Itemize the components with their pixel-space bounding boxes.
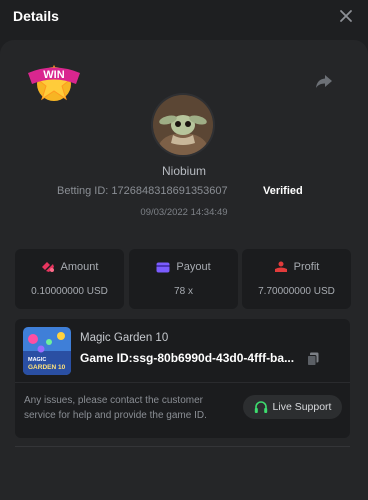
username: Niobium — [161, 164, 206, 178]
game-card: MAGIC GARDEN 10 Magic Garden 10 Game ID:… — [15, 319, 350, 438]
win-badge-icon: WIN — [28, 64, 80, 101]
payout-label: Payout — [176, 261, 211, 273]
thumb-text-line1: MAGIC — [28, 357, 46, 363]
payout-value: 78 x — [174, 286, 193, 297]
amount-card: Amount 0.10000000 USD — [15, 249, 124, 309]
amount-value: 0.10000000 USD — [31, 286, 108, 297]
amount-label: Amount — [60, 261, 99, 273]
live-support-button[interactable]: Live Support — [243, 395, 342, 419]
payout-icon — [156, 262, 170, 272]
win-badge-text: WIN — [43, 69, 64, 81]
support-note: Any issues, please contact the customer … — [24, 395, 207, 421]
payout-card: Payout 78 x — [129, 249, 238, 309]
page-title: Details — [13, 8, 59, 24]
amount-icon — [41, 262, 54, 272]
game-thumbnail-art: MAGIC GARDEN 10 — [23, 327, 71, 375]
avatar — [153, 95, 213, 155]
share-icon[interactable] — [314, 71, 334, 91]
headset-icon — [254, 400, 267, 413]
profit-card: Profit 7.70000000 USD — [242, 249, 351, 309]
bottom-divider — [15, 446, 350, 447]
close-icon[interactable] — [338, 8, 354, 24]
profit-value: 7.70000000 USD — [258, 286, 335, 297]
profit-icon — [274, 261, 287, 272]
verified-status: Verified — [263, 185, 303, 197]
copy-icon[interactable] — [307, 352, 319, 366]
divider — [15, 382, 350, 383]
profit-label: Profit — [293, 261, 320, 273]
header: Details — [0, 0, 368, 36]
game-thumbnail[interactable]: MAGIC GARDEN 10 — [23, 327, 71, 375]
avatar-image — [153, 95, 213, 155]
thumb-text-line2: GARDEN 10 — [28, 364, 66, 371]
bet-datetime: 09/03/2022 14:34:49 — [140, 207, 228, 218]
live-support-label: Live Support — [272, 401, 332, 413]
game-name: Magic Garden 10 — [80, 332, 169, 344]
betting-id: Betting ID: 1726848318691353607 — [57, 185, 228, 197]
game-id: Game ID:ssg-80b6990d-43d0-4fff-ba... — [80, 351, 295, 365]
